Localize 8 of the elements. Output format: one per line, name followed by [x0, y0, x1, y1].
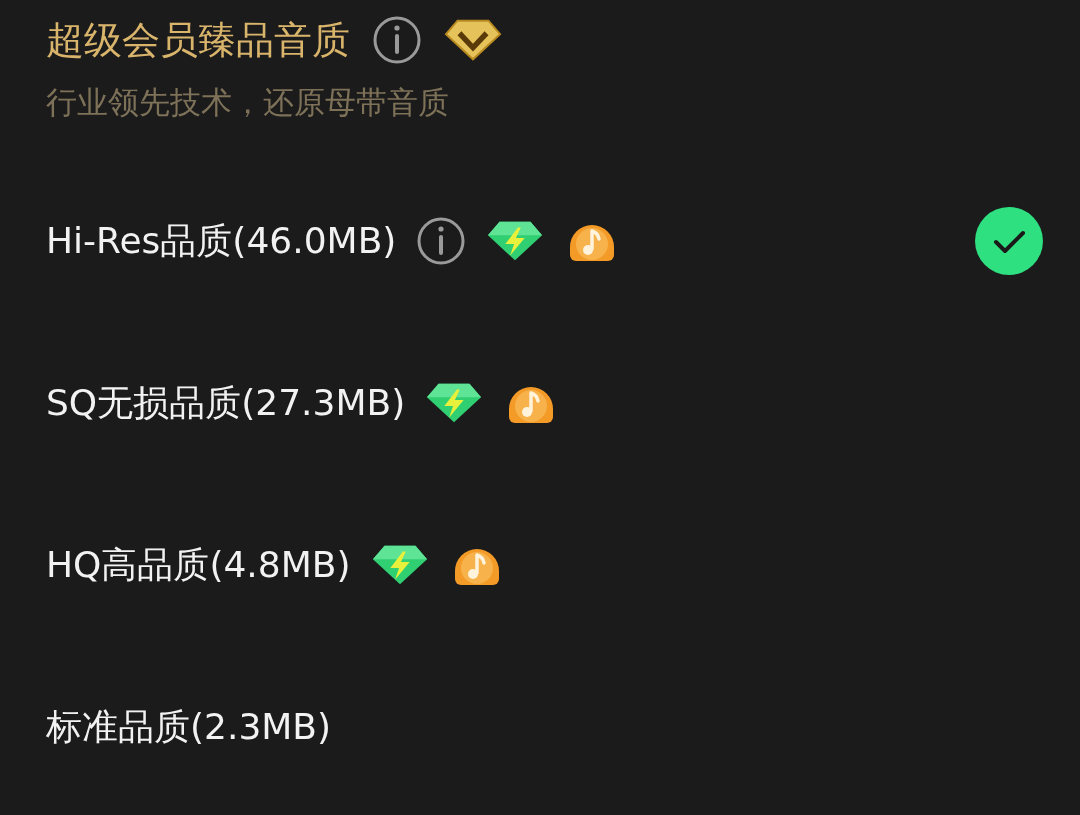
quality-option[interactable]: SQ无损品质(27.3MB): [46, 378, 406, 428]
info-icon[interactable]: [416, 216, 467, 266]
quality-option[interactable]: 标准品质(2.3MB): [46, 702, 332, 752]
quality-option[interactable]: HQ高品质(4.8MB): [46, 540, 351, 590]
section-subtitle: 行业领先技术，还原母带音质: [46, 83, 450, 122]
info-icon[interactable]: [372, 15, 422, 65]
section-title: 超级会员臻品音质: [46, 16, 350, 64]
quality-option[interactable]: Hi-Res品质(46.0MB): [46, 216, 397, 266]
